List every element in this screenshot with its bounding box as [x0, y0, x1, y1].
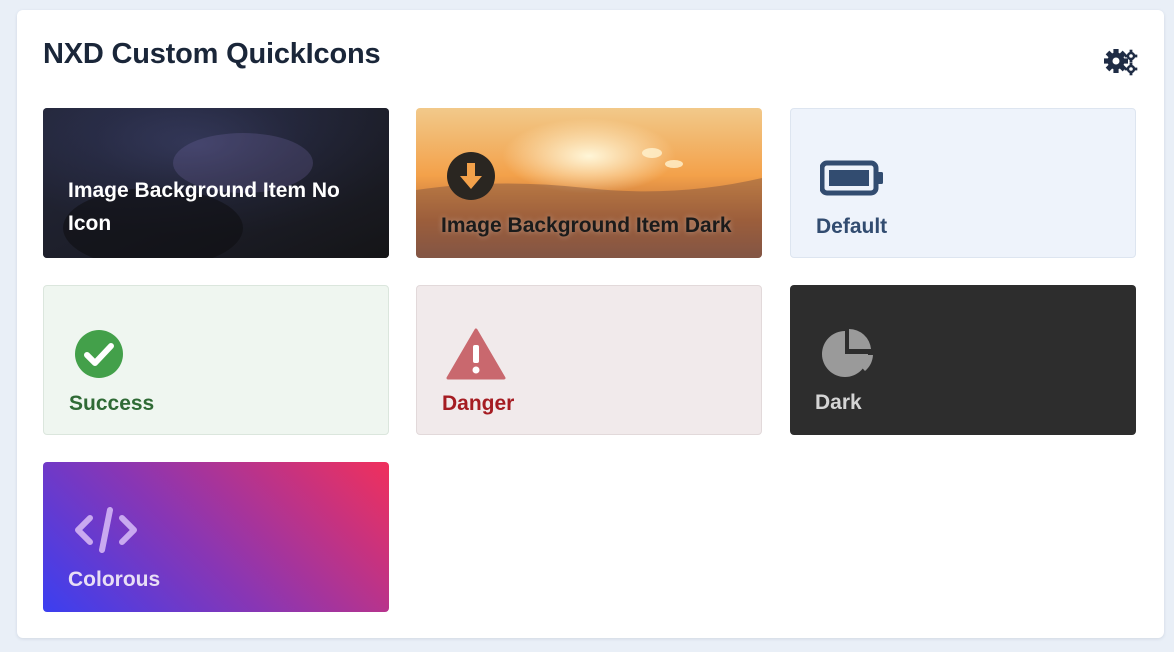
tile-label: Default — [816, 215, 888, 238]
warning-triangle-icon — [446, 328, 506, 380]
tile-label: Dark — [815, 391, 862, 414]
check-circle-icon — [75, 330, 123, 378]
tile-label: Success — [69, 392, 155, 415]
quickicon-dark[interactable]: Dark — [790, 285, 1136, 435]
battery-icon — [819, 160, 883, 196]
tile-icon — [446, 328, 506, 384]
quickicon-success[interactable]: Success — [43, 285, 389, 435]
quickicon-default[interactable]: Default — [790, 108, 1136, 258]
gears-icon — [1104, 49, 1138, 76]
tile-icon — [819, 327, 875, 383]
tile-label: Image Background Item No Icon — [68, 179, 340, 235]
settings-button[interactable] — [1102, 47, 1142, 77]
tile-label: Colorous — [68, 568, 161, 591]
quickicon-danger[interactable]: Danger — [416, 285, 762, 435]
tile-icon — [73, 328, 129, 384]
tile-icon — [819, 151, 883, 207]
quickicon-colorous[interactable]: Colorous — [43, 462, 389, 612]
arrow-down-circle-icon — [447, 152, 495, 200]
tile-label: Image Background Item Dark — [441, 214, 732, 237]
module-title: NXD Custom QuickIcons — [43, 38, 381, 70]
tile-label: Danger — [442, 392, 515, 415]
quickicons-module: NXD Custom QuickIcons Image Background I… — [17, 10, 1164, 638]
tile-icon — [72, 504, 137, 560]
quickicon-image-no-icon[interactable]: Image Background Item No Icon — [43, 108, 389, 258]
quickicon-image-dark[interactable]: Image Background Item Dark — [416, 108, 762, 258]
pie-chart-icon — [822, 328, 873, 377]
code-icon — [75, 507, 137, 553]
tile-icon — [445, 150, 501, 206]
